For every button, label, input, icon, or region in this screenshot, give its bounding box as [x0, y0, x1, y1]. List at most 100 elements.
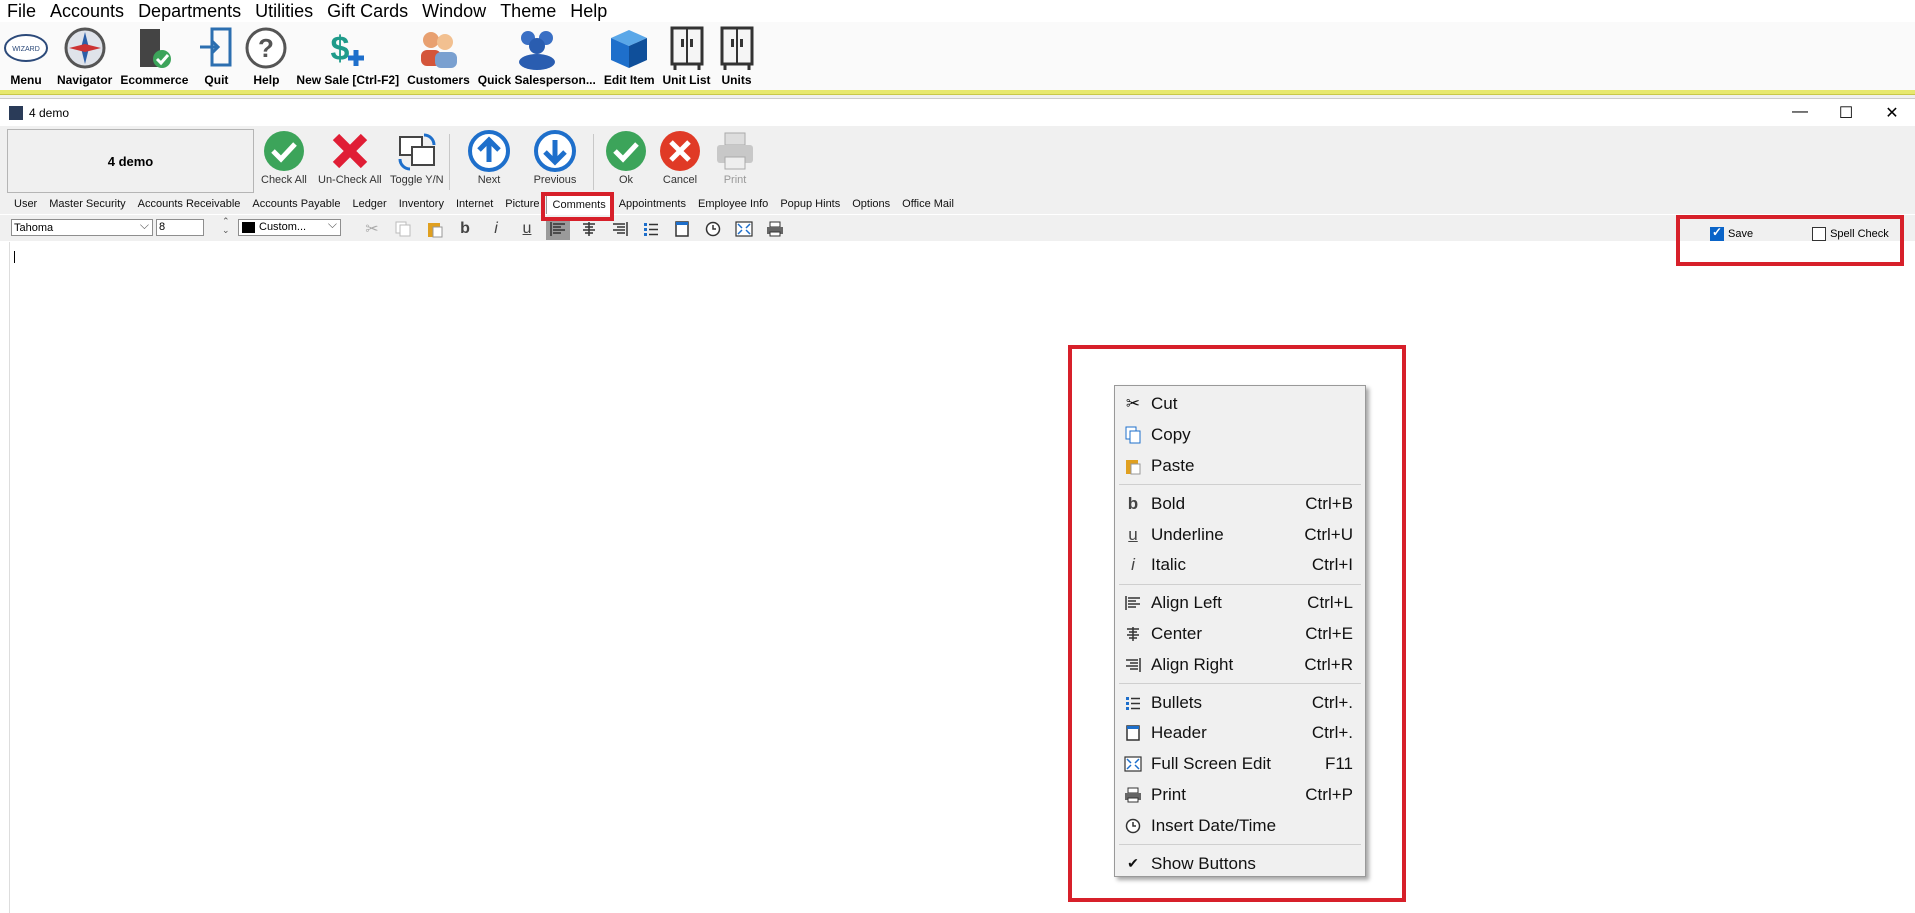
printer-icon: [717, 132, 753, 170]
clock-icon[interactable]: [701, 218, 725, 240]
align-center-icon[interactable]: [577, 218, 601, 240]
menu-item-bullets[interactable]: Bullets Ctrl+.: [1115, 687, 1365, 718]
menu-window[interactable]: Window: [415, 0, 493, 22]
unit-list-button[interactable]: Unit List: [663, 22, 711, 87]
tab-internet[interactable]: Internet: [450, 195, 499, 213]
tab-office-mail[interactable]: Office Mail: [896, 195, 960, 213]
paste-icon[interactable]: [423, 218, 447, 240]
quick-salesperson-button[interactable]: Quick Salesperson...: [478, 22, 596, 87]
close-button[interactable]: ✕: [1869, 103, 1915, 123]
uncheck-all-button[interactable]: Un-Check All: [318, 129, 382, 186]
tab-employee-info[interactable]: Employee Info: [692, 195, 774, 213]
tab-ledger[interactable]: Ledger: [346, 195, 392, 213]
tab-inventory[interactable]: Inventory: [393, 195, 450, 213]
text-caret: [14, 251, 15, 263]
color-select[interactable]: Custom...: [238, 217, 341, 236]
menu-item-align-left[interactable]: Align Left Ctrl+L: [1115, 588, 1365, 619]
copy-icon[interactable]: [391, 218, 415, 240]
ecommerce-button[interactable]: Ecommerce: [120, 22, 188, 87]
header-icon[interactable]: [670, 218, 694, 240]
menu-item-bold[interactable]: b Bold Ctrl+B: [1115, 488, 1365, 519]
font-select[interactable]: Tahoma: [11, 217, 153, 236]
toggle-yn-button[interactable]: Toggle Y/N: [390, 129, 444, 186]
menu-gift-cards[interactable]: Gift Cards: [320, 0, 415, 22]
italic-icon[interactable]: i: [484, 218, 508, 240]
ecommerce-icon: [140, 29, 172, 68]
document-window: 4 demo — ☐ ✕ 4 demo Check All Un-Check A…: [0, 98, 1915, 913]
tab-popup-hints[interactable]: Popup Hints: [774, 195, 846, 213]
align-left-icon[interactable]: [546, 218, 570, 240]
app-icon: [9, 105, 23, 120]
highlight-save-options: [1676, 215, 1904, 266]
tab-accounts-receivable[interactable]: Accounts Receivable: [132, 195, 247, 213]
next-button[interactable]: Next: [467, 129, 511, 186]
svg-text:$: $: [330, 30, 349, 68]
printer-icon[interactable]: [763, 218, 787, 240]
menu-item-underline[interactable]: u Underline Ctrl+U: [1115, 519, 1365, 550]
help-button[interactable]: ? Help: [244, 22, 288, 87]
new-sale-button[interactable]: $ New Sale [Ctrl-F2]: [296, 22, 399, 87]
menu-item-align-right[interactable]: Align Right Ctrl+R: [1115, 649, 1365, 680]
customers-button[interactable]: Customers: [407, 22, 470, 87]
cancel-button[interactable]: Cancel: [658, 129, 702, 186]
comments-editor[interactable]: [9, 242, 1915, 913]
scissors-icon: ✂: [1125, 394, 1141, 414]
units-button[interactable]: Units: [719, 22, 755, 87]
align-right-icon[interactable]: [608, 218, 632, 240]
menu-help[interactable]: Help: [563, 0, 614, 22]
minimize-button[interactable]: —: [1777, 103, 1823, 123]
bold-icon[interactable]: b: [453, 218, 477, 240]
ok-button[interactable]: Ok: [604, 129, 648, 186]
menu-theme[interactable]: Theme: [493, 0, 563, 22]
menu-item-center[interactable]: Center Ctrl+E: [1115, 619, 1365, 650]
menu-accounts[interactable]: Accounts: [43, 0, 131, 22]
menu-item-insert-date-time[interactable]: Insert Date/Time: [1115, 810, 1365, 841]
font-size-input[interactable]: 8: [156, 219, 204, 236]
menu-item-paste[interactable]: Paste: [1115, 451, 1365, 482]
printer-icon: [1115, 787, 1151, 803]
navigator-button[interactable]: Navigator: [57, 22, 112, 87]
size-spinner[interactable]: ⌃ ⌄: [222, 217, 230, 235]
fullscreen-icon[interactable]: [732, 218, 756, 240]
color-swatch: [242, 222, 255, 233]
maximize-button[interactable]: ☐: [1823, 103, 1869, 123]
edit-item-button[interactable]: Edit Item: [604, 22, 655, 87]
menu-button[interactable]: WIZARD Menu: [3, 22, 49, 87]
tab-appointments[interactable]: Appointments: [613, 195, 692, 213]
underline-icon: u: [1128, 524, 1138, 544]
header-icon: [1115, 725, 1151, 742]
question-icon: ?: [245, 27, 287, 69]
menu-item-copy[interactable]: Copy: [1115, 420, 1365, 451]
tab-master-security[interactable]: Master Security: [43, 195, 131, 213]
customers-icon: [421, 32, 458, 68]
menu-item-italic[interactable]: i Italic Ctrl+I: [1115, 550, 1365, 581]
menu-file[interactable]: File: [0, 0, 43, 22]
menu-item-full-screen-edit[interactable]: Full Screen Edit F11: [1115, 749, 1365, 780]
logo-icon: WIZARD: [4, 34, 48, 62]
tab-strip: User Master Security Accounts Receivable…: [0, 194, 1915, 214]
print-button[interactable]: Print: [713, 129, 757, 186]
cut-icon[interactable]: ✂: [360, 218, 384, 240]
tab-options[interactable]: Options: [846, 195, 896, 213]
tab-user[interactable]: User: [8, 195, 43, 213]
underline-icon[interactable]: u: [515, 218, 539, 240]
menu-utilities[interactable]: Utilities: [248, 0, 320, 22]
previous-button[interactable]: Previous: [533, 129, 577, 186]
tab-accounts-payable[interactable]: Accounts Payable: [246, 195, 346, 213]
svg-text:WIZARD: WIZARD: [12, 46, 40, 53]
window-titlebar: 4 demo — ☐ ✕: [0, 99, 1915, 126]
bullets-icon[interactable]: [639, 218, 663, 240]
toolbar-separator: [449, 134, 450, 190]
menu-item-show-buttons[interactable]: ✔ Show Buttons: [1115, 848, 1365, 879]
menu-departments[interactable]: Departments: [131, 0, 248, 22]
menu-item-header[interactable]: Header Ctrl+.: [1115, 718, 1365, 749]
menu-item-print[interactable]: Print Ctrl+P: [1115, 780, 1365, 811]
quit-button[interactable]: Quit: [196, 22, 236, 87]
menu-item-cut[interactable]: ✂ Cut: [1115, 389, 1365, 420]
cabinet-icon: [720, 26, 754, 70]
bullets-icon: [1115, 696, 1151, 710]
checkmark-icon: ✔: [1127, 855, 1139, 872]
tab-picture[interactable]: Picture: [499, 195, 545, 213]
check-all-button[interactable]: Check All: [261, 129, 307, 186]
highlight-comments-tab: [541, 192, 614, 221]
